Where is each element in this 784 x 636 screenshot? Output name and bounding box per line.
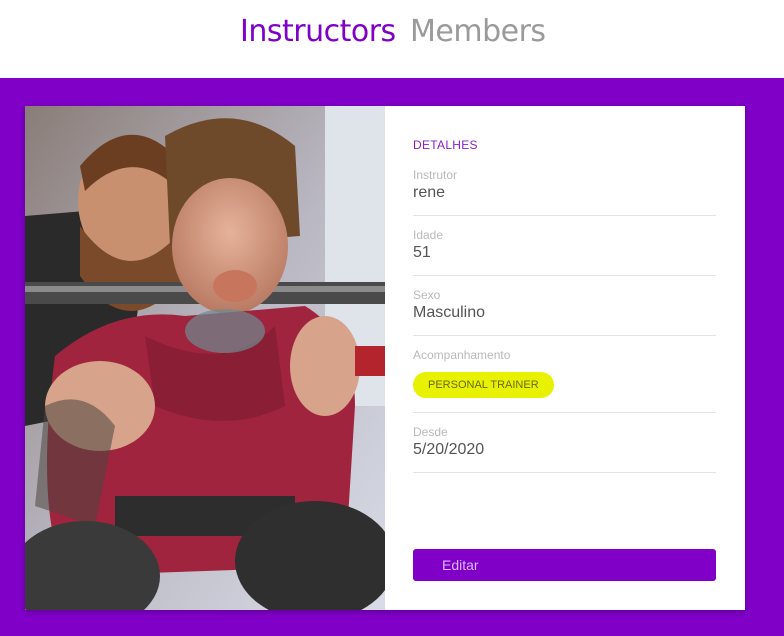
since-label: Desde	[413, 425, 448, 439]
details-section-title: DETALHES	[413, 138, 478, 152]
since-value: 5/20/2020	[413, 441, 485, 458]
services-field: Acompanhamento PERSONAL TRAINER	[413, 348, 716, 413]
nav-instructors-link[interactable]: Instructors	[240, 14, 396, 49]
sex-value: Masculino	[413, 304, 486, 321]
details-panel: DETALHES Instrutor rene Idade 51 Sexo Ma…	[385, 106, 745, 610]
sex-field: Sexo Masculino	[413, 288, 716, 336]
instructor-card: DETALHES Instrutor rene Idade 51 Sexo Ma…	[25, 106, 745, 610]
instructor-photo	[25, 106, 385, 610]
edit-button[interactable]: Editar	[413, 549, 716, 581]
age-value: 51	[413, 244, 431, 261]
sex-label: Sexo	[413, 288, 441, 302]
nav-members-link[interactable]: Members	[410, 14, 546, 49]
instructor-value: rene	[413, 184, 446, 201]
service-badge: PERSONAL TRAINER	[413, 372, 554, 398]
top-navigation: Instructors Members	[0, 0, 784, 78]
instructor-label: Instrutor	[413, 168, 458, 182]
since-field: Desde 5/20/2020	[413, 425, 716, 473]
services-label: Acompanhamento	[413, 348, 511, 362]
instructor-photo-image	[25, 106, 385, 610]
age-label: Idade	[413, 228, 444, 242]
instructor-field: Instrutor rene	[413, 168, 716, 216]
age-field: Idade 51	[413, 228, 716, 276]
